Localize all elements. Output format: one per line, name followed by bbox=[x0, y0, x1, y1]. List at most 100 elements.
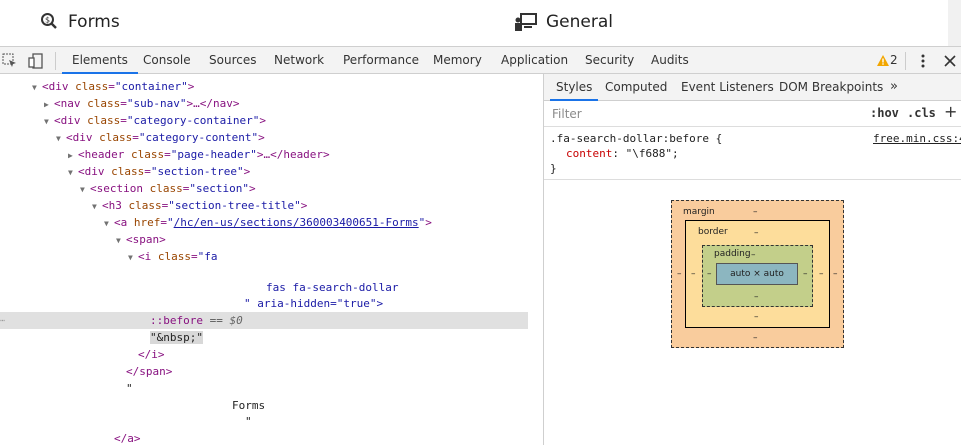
dom-node-sub-nav[interactable]: ▶ <nav class="sub-nav">…</nav> bbox=[44, 95, 239, 112]
dom-node-category-content[interactable]: ▼ <div class="category-content"> bbox=[56, 129, 265, 146]
expand-triangle[interactable]: ▼ bbox=[44, 113, 54, 130]
dom-node-text: <i class="fa bbox=[138, 250, 218, 263]
dom-node-text: <nav class="sub-nav">…</nav> bbox=[54, 97, 240, 110]
expand-triangle[interactable]: ▶ bbox=[44, 96, 54, 113]
close-devtools-icon[interactable] bbox=[943, 53, 957, 72]
aria-hidden-attr: " aria-hidden="true"> bbox=[244, 295, 383, 312]
tab-audits[interactable]: Audits bbox=[651, 47, 689, 74]
rule-selector: .fa-search-dollar:before { bbox=[550, 132, 723, 145]
expand-triangle[interactable]: ▼ bbox=[68, 164, 78, 181]
forms-text: Forms bbox=[232, 399, 266, 412]
tab-styles[interactable]: Styles bbox=[549, 74, 599, 101]
class-continuation: fas fa-search-dollar bbox=[266, 279, 398, 296]
padding-right-value: – bbox=[803, 269, 808, 279]
dom-node-section-tree[interactable]: ▼ <div class="section-tree"> bbox=[68, 163, 250, 180]
toolbar-divider bbox=[55, 52, 56, 70]
dom-node-text: <a href="/hc/en-us/sections/360003400651… bbox=[114, 216, 432, 229]
styles-pane: Styles Computed Event Listeners DOM Brea… bbox=[543, 74, 961, 445]
svg-text:$: $ bbox=[45, 16, 50, 25]
tab-application[interactable]: Application bbox=[501, 47, 568, 74]
more-options-icon[interactable] bbox=[920, 53, 926, 73]
pseudo-ref: $0 bbox=[229, 314, 243, 327]
quote-open: " bbox=[126, 382, 133, 395]
presentation-icon bbox=[514, 12, 538, 36]
dom-node-text: <section class="section"> bbox=[90, 182, 256, 195]
dom-node-section[interactable]: ▼ <section class="section"> bbox=[80, 180, 256, 197]
text-node-quote-open[interactable]: " bbox=[126, 380, 133, 397]
hover-state-toggle[interactable]: :hov bbox=[870, 106, 899, 120]
dom-node-text: <div class="category-container"> bbox=[54, 114, 266, 127]
pseudo-eq: == bbox=[209, 314, 223, 327]
search-dollar-icon: $ bbox=[40, 12, 58, 34]
nbsp-text: "&nbsp;" bbox=[150, 331, 203, 344]
expand-triangle[interactable]: ▼ bbox=[92, 198, 102, 215]
padding-bottom-value: – bbox=[754, 292, 759, 302]
close-a-tag[interactable]: </a> bbox=[114, 430, 141, 445]
border-left-value: – bbox=[691, 269, 696, 279]
pseudo-before-node[interactable]: ::before == $0 bbox=[150, 312, 243, 329]
rule-close-brace: } bbox=[550, 162, 557, 175]
nbsp-text-node[interactable]: "&nbsp;" bbox=[150, 329, 203, 346]
close-i-tag[interactable]: </i> bbox=[138, 346, 165, 363]
expand-triangle[interactable]: ▼ bbox=[32, 79, 42, 96]
text-node-forms[interactable]: Forms bbox=[232, 397, 265, 414]
dom-node-anchor[interactable]: ▼ <a href="/hc/en-us/sections/36000340065… bbox=[104, 214, 432, 231]
rule-declaration[interactable]: content: "\f688"; bbox=[566, 147, 679, 160]
property-name[interactable]: content bbox=[566, 147, 612, 160]
box-model-content[interactable]: auto × auto bbox=[716, 263, 798, 285]
device-toolbar-icon[interactable] bbox=[28, 53, 44, 73]
property-value[interactable]: "\f688"; bbox=[626, 147, 679, 160]
tab-network[interactable]: Network bbox=[274, 47, 324, 74]
class-toggle[interactable]: .cls bbox=[907, 106, 936, 120]
tab-memory[interactable]: Memory bbox=[433, 47, 482, 74]
tab-computed[interactable]: Computed bbox=[605, 74, 667, 100]
dom-node-span[interactable]: ▼ <span> bbox=[116, 231, 166, 248]
new-rule-icon[interactable]: + bbox=[944, 102, 957, 121]
border-label: border bbox=[698, 227, 728, 237]
margin-label: margin bbox=[683, 207, 715, 217]
dom-node-text: <h3 class="section-tree-title"> bbox=[102, 199, 308, 212]
styles-filter-input[interactable] bbox=[548, 104, 860, 124]
tab-event-listeners[interactable]: Event Listeners bbox=[681, 74, 774, 100]
padding-left-value: – bbox=[707, 269, 712, 279]
close-span-tag[interactable]: </span> bbox=[126, 363, 172, 380]
more-tabs-chevron-icon[interactable]: » bbox=[890, 74, 898, 100]
margin-bottom-value: – bbox=[753, 333, 758, 343]
expand-triangle[interactable]: ▼ bbox=[128, 249, 138, 266]
expand-triangle[interactable]: ▼ bbox=[80, 181, 90, 198]
padding-label: padding bbox=[714, 249, 751, 259]
tab-elements[interactable]: Elements bbox=[62, 47, 138, 74]
dom-node-i[interactable]: ▼ <i class="fa bbox=[128, 248, 218, 265]
dom-node-h3[interactable]: ▼ <h3 class="section-tree-title"> bbox=[92, 197, 307, 214]
expand-triangle[interactable]: ▶ bbox=[68, 147, 78, 164]
border-right-value: – bbox=[819, 269, 824, 279]
margin-top-value: – bbox=[753, 207, 758, 217]
expand-triangle[interactable]: ▼ bbox=[56, 130, 66, 147]
dom-node-container[interactable]: ▼ <div class="container"> bbox=[32, 78, 194, 95]
expand-triangle[interactable]: ▼ bbox=[104, 215, 114, 232]
padding-top-value: – bbox=[751, 250, 756, 260]
text-node-quote-close[interactable]: " bbox=[245, 413, 252, 430]
class-value: fas fa-search-dollar bbox=[266, 281, 399, 294]
dom-node-category-container[interactable]: ▼ <div class="category-container"> bbox=[44, 112, 266, 129]
close-a-text: </a> bbox=[114, 432, 141, 445]
tab-sources[interactable]: Sources bbox=[209, 47, 256, 74]
tab-security[interactable]: Security bbox=[585, 47, 634, 74]
expand-triangle[interactable]: ▼ bbox=[116, 232, 126, 249]
dom-node-text: <div class="category-content"> bbox=[66, 131, 265, 144]
dom-node-page-header[interactable]: ▶ <header class="page-header">…</header> bbox=[68, 146, 330, 163]
inspect-element-icon[interactable] bbox=[2, 53, 18, 73]
tab-dom-breakpoints[interactable]: DOM Breakpoints bbox=[779, 74, 883, 100]
aria-hidden-text: " aria-hidden="true"> bbox=[244, 297, 384, 310]
tab-performance[interactable]: Performance bbox=[343, 47, 419, 74]
margin-left-value: – bbox=[677, 269, 682, 279]
page-title-forms: Forms bbox=[68, 12, 120, 32]
dom-node-text: <div class="section-tree"> bbox=[78, 165, 251, 178]
page-header-strip: $ Forms General bbox=[0, 0, 961, 46]
page-scrollbar[interactable] bbox=[948, 0, 961, 46]
dom-node-text: <header class="page-header">…</header> bbox=[78, 148, 330, 161]
dom-node-text: <div class="container"> bbox=[42, 80, 195, 93]
tab-console[interactable]: Console bbox=[143, 47, 191, 74]
dom-node-text: <span> bbox=[126, 233, 166, 246]
rule-source-link[interactable]: free.min.css:4 bbox=[873, 132, 961, 145]
